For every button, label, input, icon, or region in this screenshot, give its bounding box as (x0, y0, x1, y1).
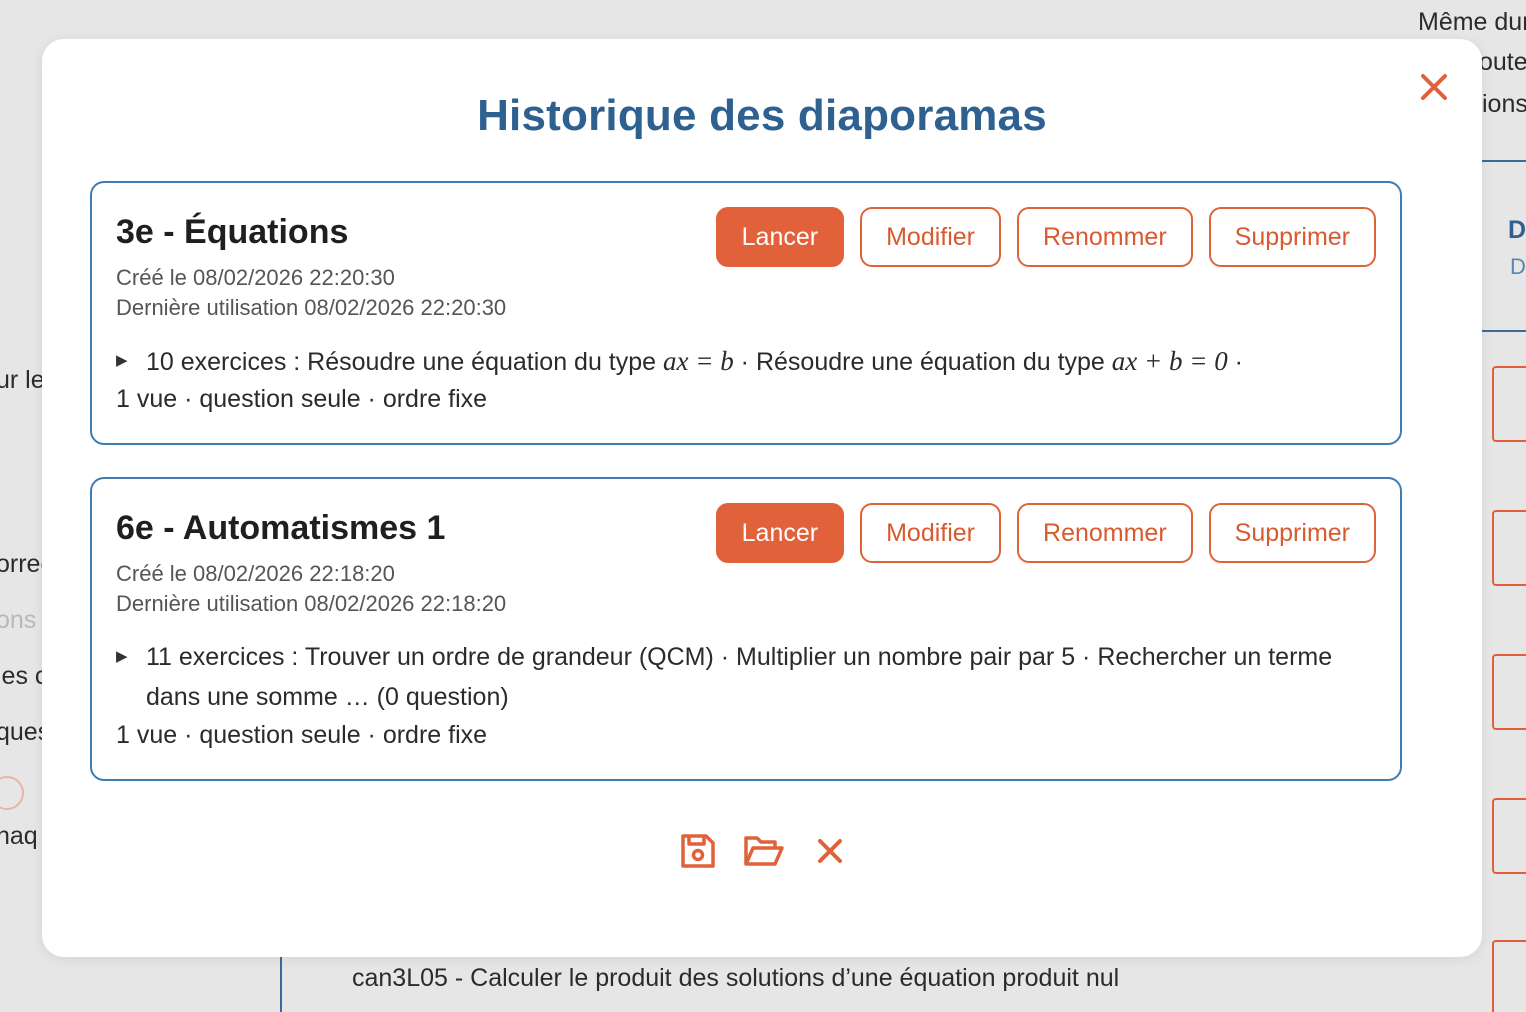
exercise-summary[interactable]: ▶ 10 exercices : Résoudre une équation d… (116, 341, 1376, 382)
bg-text: D (1510, 254, 1526, 279)
bg-exercise-box (1492, 940, 1526, 1012)
clear-button[interactable] (810, 831, 850, 871)
bg-divider (1482, 330, 1526, 332)
launch-button[interactable]: Lancer (715, 207, 845, 267)
footer-actions (678, 831, 850, 871)
edit-button[interactable]: Modifier (860, 207, 1002, 267)
slideshow-title: 3e - Équations (116, 213, 349, 251)
bg-radio (0, 776, 24, 810)
last-used-date: Dernière utilisation 08/02/2026 22:18:20 (116, 591, 507, 616)
bg-exercise-box (1492, 798, 1526, 874)
created-date: Créé le 08/02/2026 22:18:20 (116, 561, 395, 586)
history-modal: Historique des diaporamas 3e - Équations… (42, 39, 1482, 957)
summary-prefix: 10 exercices : Résoudre une équation du … (146, 348, 664, 376)
math-expression: ax = b (663, 346, 734, 376)
disclosure-triangle-icon[interactable]: ▶ (116, 341, 146, 382)
last-used-date: Dernière utilisation 08/02/2026 22:20:30 (116, 295, 507, 320)
bg-text: les c (0, 662, 48, 690)
close-icon (818, 839, 842, 863)
math-expression: ax + b = 0 (1111, 346, 1228, 376)
created-date: Créé le 08/02/2026 22:20:30 (116, 265, 395, 290)
summary-text: 11 exercices : Trouver un ordre de grand… (146, 643, 1333, 711)
bg-text: Même dur (1418, 8, 1526, 36)
exercise-summary[interactable]: ▶ 11 exercices : Trouver un ordre de gra… (116, 637, 1376, 717)
rename-button[interactable]: Renommer (1017, 207, 1193, 267)
save-button[interactable] (678, 831, 718, 871)
slideshow-card: 6e - Automatismes 1 Lancer Modifier Reno… (90, 477, 1402, 781)
summary-suffix: · (1227, 348, 1243, 376)
open-button[interactable] (742, 831, 786, 871)
summary-text: 10 exercices : Résoudre une équation du … (146, 341, 1376, 382)
bg-divider (1482, 160, 1526, 162)
slideshow-title: 6e - Automatismes 1 (116, 509, 446, 547)
slideshow-options: 1 vue · question seule · ordre fixe (116, 721, 488, 749)
folder-open-icon (744, 836, 784, 866)
bg-text: D (1508, 216, 1526, 244)
bg-text: ur le (0, 366, 45, 394)
card-actions: Lancer Modifier Renommer Supprimer (715, 207, 1376, 267)
bg-exercise-box (1492, 510, 1526, 586)
card-actions: Lancer Modifier Renommer Supprimer (715, 503, 1376, 563)
bg-exercise-box (1492, 366, 1526, 442)
edit-button[interactable]: Modifier (860, 503, 1002, 563)
bg-text: haq (0, 822, 38, 850)
launch-button[interactable]: Lancer (715, 503, 845, 563)
delete-button[interactable]: Supprimer (1208, 503, 1376, 563)
bg-exercise-box (1492, 654, 1526, 730)
slideshow-card: 3e - Équations Lancer Modifier Renommer … (90, 181, 1402, 445)
bg-exercise-item: can3L05 - Calculer le produit des soluti… (352, 964, 1120, 992)
slideshow-options: 1 vue · question seule · ordre fixe (116, 385, 488, 413)
summary-separator: · Résoudre une équation du type (733, 348, 1112, 376)
rename-button[interactable]: Renommer (1017, 503, 1193, 563)
disclosure-triangle-icon[interactable]: ▶ (116, 637, 146, 717)
bg-text: ons (0, 606, 37, 634)
bg-text: ions (1482, 90, 1526, 118)
modal-title: Historique des diaporamas (477, 91, 1047, 140)
save-icon (681, 834, 715, 868)
delete-button[interactable]: Supprimer (1208, 207, 1376, 267)
bg-divider (280, 957, 282, 1012)
